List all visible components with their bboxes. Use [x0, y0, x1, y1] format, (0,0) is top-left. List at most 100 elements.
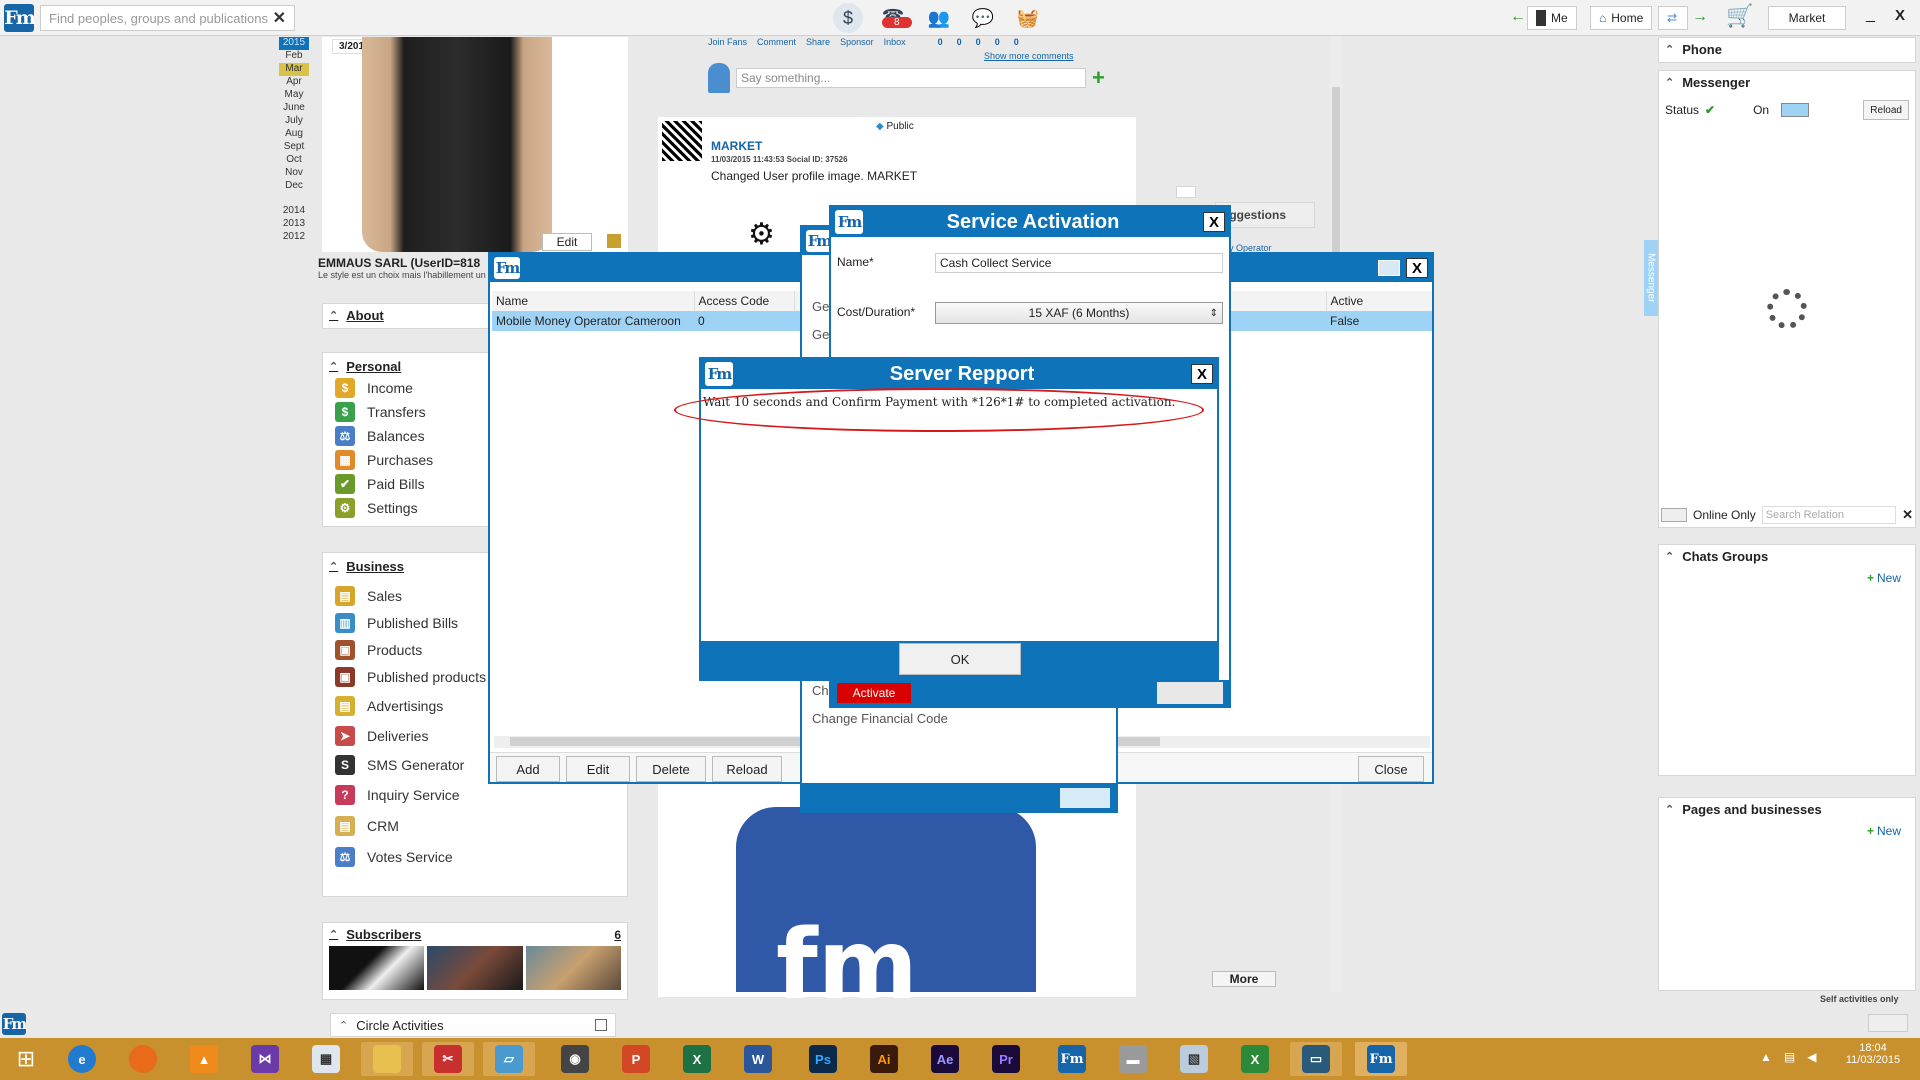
- subscriber-thumb[interactable]: [525, 946, 621, 990]
- menu-crm[interactable]: ▤ CRM: [335, 810, 621, 841]
- taskbar-app[interactable]: ▦: [300, 1042, 352, 1076]
- cart-icon[interactable]: 🛒: [1726, 3, 1758, 31]
- clock[interactable]: 18:04 11/03/2015: [1838, 1042, 1908, 1066]
- profile-image[interactable]: 3/2015 Edit: [322, 37, 628, 252]
- clear-search-icon[interactable]: ✕: [273, 8, 286, 28]
- taskbar-app[interactable]: Fm: [1046, 1042, 1098, 1076]
- taskbar-app[interactable]: ✂: [422, 1042, 474, 1076]
- forward-arrow-icon[interactable]: →: [1692, 8, 1708, 26]
- clear-search-relation-icon[interactable]: ✕: [1902, 507, 1913, 523]
- taskbar-app[interactable]: e: [56, 1042, 108, 1076]
- collapse-icon[interactable]: ⌃: [329, 560, 338, 573]
- sponsor-link[interactable]: Sponsor: [840, 37, 874, 47]
- month-item[interactable]: Nov: [279, 167, 309, 180]
- taskbar-app[interactable]: [361, 1042, 413, 1076]
- taskbar-app[interactable]: W: [732, 1042, 784, 1076]
- delete-button[interactable]: Delete: [636, 756, 706, 782]
- online-only-toggle[interactable]: [1661, 508, 1687, 522]
- menu-votes-service[interactable]: ⚖ Votes Service: [335, 841, 621, 872]
- month-item[interactable]: Sept: [279, 141, 309, 154]
- sync-icon[interactable]: ⇄: [1658, 6, 1688, 30]
- taskbar-app[interactable]: ▭: [1290, 1042, 1342, 1076]
- network-icon[interactable]: ▤: [1784, 1050, 1795, 1064]
- close-report-button[interactable]: X: [1191, 364, 1213, 384]
- back-arrow-icon[interactable]: ←: [1510, 8, 1526, 26]
- taskbar-app[interactable]: Ai: [858, 1042, 910, 1076]
- month-item[interactable]: May: [279, 89, 309, 102]
- taskbar-app[interactable]: ▬: [1107, 1042, 1159, 1076]
- month-item[interactable]: Apr: [279, 76, 309, 89]
- app-logo[interactable]: Fm: [4, 4, 36, 32]
- month-item[interactable]: July: [279, 115, 309, 128]
- messenger-reload-button[interactable]: Reload: [1863, 100, 1909, 120]
- reload-button[interactable]: Reload: [712, 756, 782, 782]
- month-item[interactable]: Dec: [279, 180, 309, 193]
- taskbar-app-active[interactable]: Fm: [1355, 1042, 1407, 1076]
- minimize-button[interactable]: _: [1866, 6, 1875, 24]
- more-button[interactable]: More: [1212, 971, 1276, 987]
- subscribers-title[interactable]: Subscribers: [346, 927, 421, 942]
- show-more-comments-link[interactable]: Show more comments: [984, 51, 1136, 61]
- new-page-button[interactable]: + New: [1867, 824, 1901, 838]
- messenger-side-tab[interactable]: Messenger: [1644, 240, 1658, 316]
- chat-icon[interactable]: 💬: [968, 3, 998, 33]
- join-fans-link[interactable]: Join Fans: [708, 37, 747, 47]
- bottom-logo[interactable]: Fm: [2, 1013, 27, 1035]
- change-item[interactable]: Ch: [812, 683, 829, 698]
- col-header-name[interactable]: Name: [492, 291, 695, 311]
- taskbar-app[interactable]: ▧: [1168, 1042, 1220, 1076]
- add-button[interactable]: Add: [496, 756, 560, 782]
- timeline-year[interactable]: 2015: [279, 37, 309, 50]
- phone-section[interactable]: ⌃ Phone: [1658, 37, 1916, 63]
- start-button[interactable]: ⊞: [0, 1042, 52, 1076]
- new-chat-group-button[interactable]: + New: [1867, 571, 1901, 585]
- taskbar-app[interactable]: [117, 1042, 169, 1076]
- taskbar-app[interactable]: Pr: [980, 1042, 1032, 1076]
- subscriber-thumb[interactable]: [427, 946, 523, 990]
- month-item[interactable]: Aug: [279, 128, 309, 141]
- taskbar-app[interactable]: ▲: [178, 1042, 230, 1076]
- taskbar-app[interactable]: ▱: [483, 1042, 535, 1076]
- friends-icon[interactable]: 👥: [924, 3, 954, 33]
- camera-icon[interactable]: [607, 234, 621, 248]
- taskbar-app[interactable]: X: [671, 1042, 723, 1076]
- edit-button[interactable]: Edit: [566, 756, 630, 782]
- inbox-link[interactable]: Inbox: [884, 37, 906, 47]
- self-activities-toggle[interactable]: [1868, 1014, 1908, 1032]
- col-header-active[interactable]: Active: [1325, 291, 1432, 311]
- taskbar-app[interactable]: ⋈: [239, 1042, 291, 1076]
- circle-activities-bar[interactable]: ⌃ Circle Activities: [330, 1013, 616, 1037]
- month-item[interactable]: June: [279, 102, 309, 115]
- close-activation-button[interactable]: X: [1203, 212, 1225, 232]
- year-item[interactable]: 2014: [279, 205, 309, 218]
- ok-button[interactable]: OK: [899, 643, 1021, 675]
- taskbar-app[interactable]: P: [610, 1042, 662, 1076]
- taskbar-app[interactable]: X: [1229, 1042, 1281, 1076]
- month-item-active[interactable]: Mar: [279, 63, 309, 76]
- home-button[interactable]: ⌂ Home: [1590, 6, 1653, 30]
- name-input[interactable]: Cash Collect Service: [935, 253, 1223, 273]
- collapse-icon[interactable]: ⌃: [339, 1019, 348, 1032]
- money-icon[interactable]: $: [833, 3, 863, 33]
- personal-title[interactable]: Personal: [346, 359, 401, 374]
- comment-link[interactable]: Comment: [757, 37, 796, 47]
- basket-icon[interactable]: 🧺: [1013, 3, 1043, 33]
- taskbar-app[interactable]: Ps: [797, 1042, 849, 1076]
- market-button[interactable]: Market: [1768, 6, 1846, 30]
- cost-duration-select[interactable]: 15 XAF (6 Months) ⇕: [935, 302, 1223, 324]
- close-app-button[interactable]: X: [1895, 7, 1905, 24]
- toggle-stub[interactable]: [1176, 186, 1196, 198]
- tray-arrow-icon[interactable]: ▲: [1760, 1050, 1772, 1064]
- add-comment-icon[interactable]: +: [1092, 65, 1105, 91]
- toggle-switch[interactable]: [1157, 682, 1223, 704]
- share-link[interactable]: Share: [806, 37, 830, 47]
- year-item[interactable]: 2013: [279, 218, 309, 231]
- collapse-icon[interactable]: ⌃: [1665, 550, 1674, 563]
- edit-photo-button[interactable]: Edit: [542, 233, 592, 251]
- activate-button[interactable]: Activate: [837, 683, 911, 703]
- close-button[interactable]: Close: [1358, 756, 1424, 782]
- month-item[interactable]: Feb: [279, 50, 309, 63]
- collapse-icon[interactable]: ⌃: [1665, 43, 1674, 56]
- change-financial-code-item[interactable]: Change Financial Code: [812, 711, 948, 726]
- status-toggle[interactable]: [1781, 103, 1810, 117]
